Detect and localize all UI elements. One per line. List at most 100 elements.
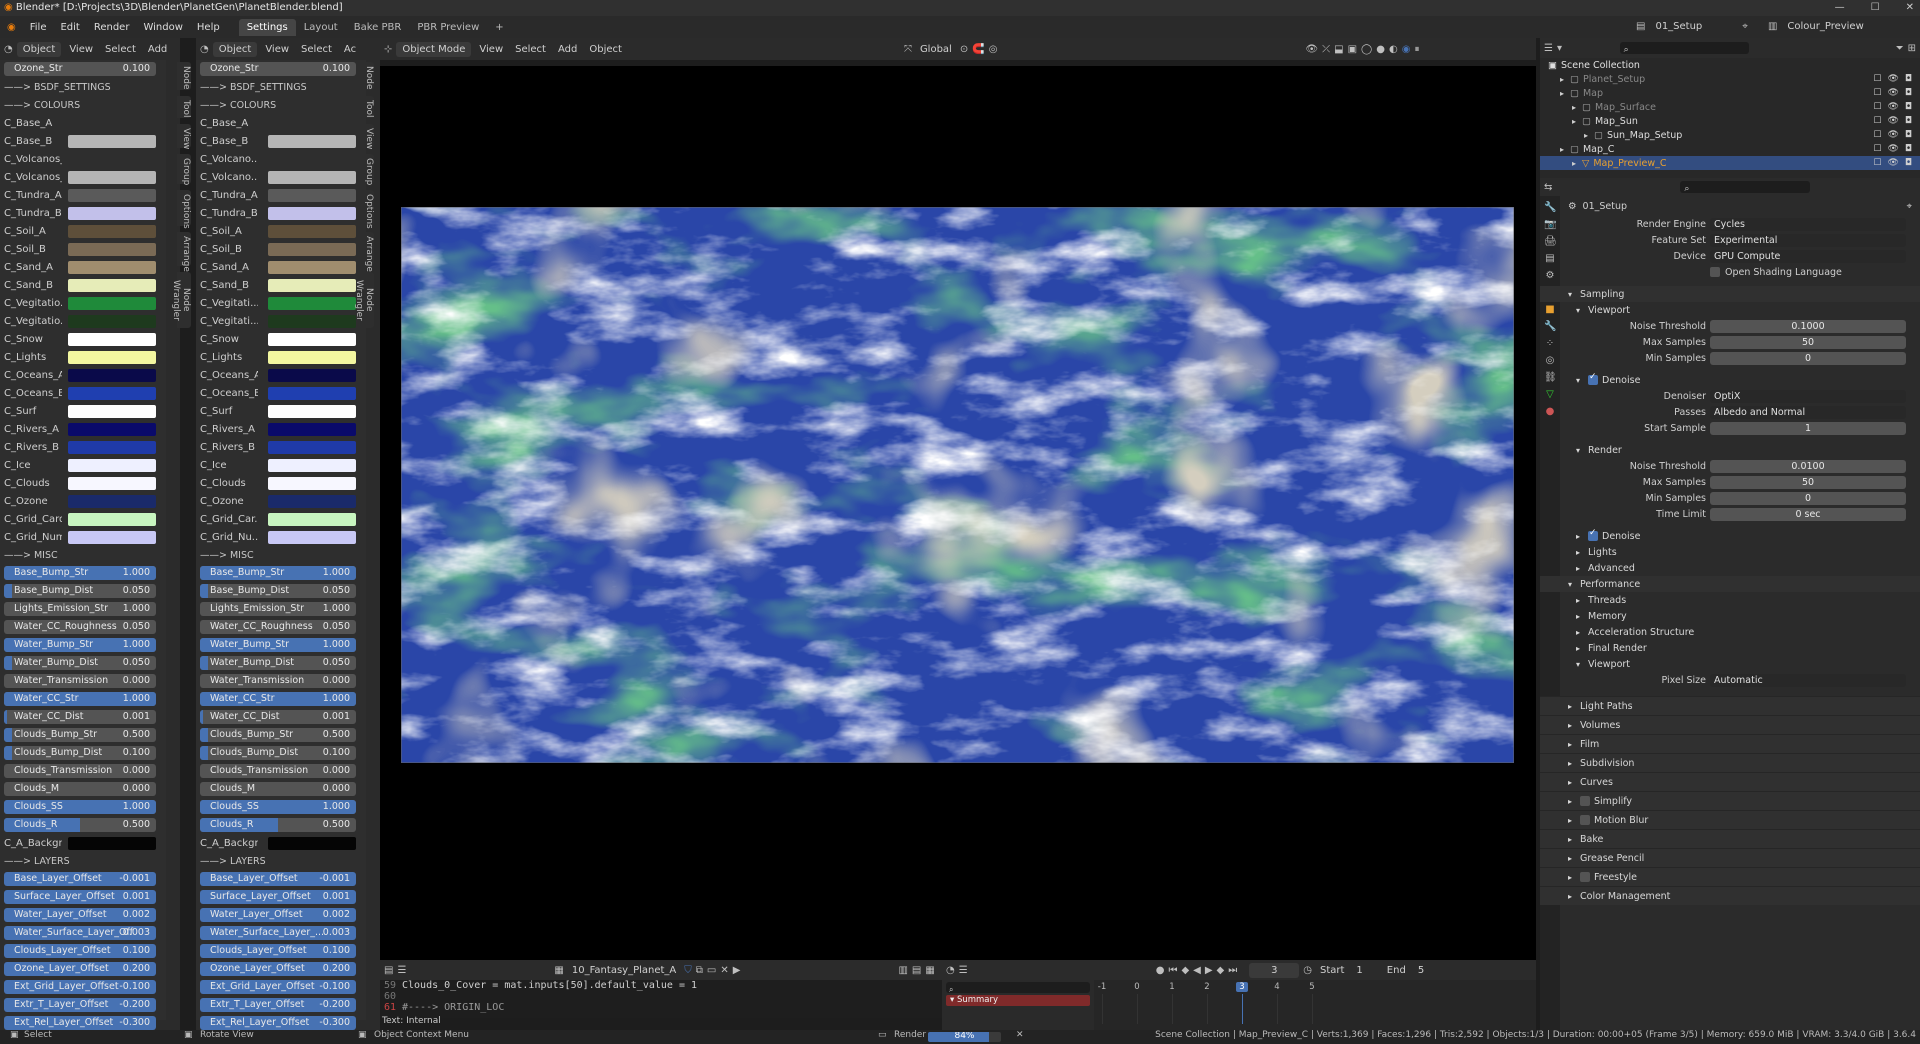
preview-range-icon[interactable]: ◷ — [1303, 965, 1312, 976]
misc-slider-row[interactable]: Water_CC_Roughness 0.050 — [196, 618, 366, 636]
misc-slider-row[interactable]: Clouds_SS 1.000 — [0, 798, 166, 816]
subpanel-lights[interactable]: ▸ Lights — [1540, 544, 1920, 560]
subpanel-memory[interactable]: ▸ Memory — [1540, 608, 1920, 624]
value-slider[interactable]: Clouds_Layer_Offset 0.100 — [4, 944, 156, 958]
misc-slider-row[interactable]: Clouds_R 0.500 — [0, 816, 166, 834]
transform-orientation-icon[interactable]: ⤧ — [904, 44, 912, 55]
jump-end-icon[interactable]: ⏭ — [1228, 965, 1237, 976]
next-key-icon[interactable]: ◆ — [1217, 965, 1225, 976]
duplicate-icon[interactable]: ⧉ — [696, 965, 703, 976]
syntax-highlight-icon[interactable]: ▦ — [925, 965, 934, 976]
colour-swatch[interactable] — [68, 314, 156, 328]
value-slider[interactable]: Clouds_M 0.000 — [4, 782, 156, 796]
misc-slider-row[interactable]: Clouds_M 0.000 — [0, 780, 166, 798]
shading-rendered-icon[interactable]: ◉ — [1402, 44, 1411, 55]
layer-slider-row[interactable]: Water_Surface_Layer_Off 0.003 — [0, 924, 166, 942]
pin-icon[interactable]: ⌖ — [1907, 201, 1912, 212]
misc-slider-row[interactable]: Water_Transmission 0.000 — [0, 672, 166, 690]
colour-swatch[interactable] — [68, 386, 156, 400]
colour-swatch[interactable] — [68, 512, 156, 526]
shading-options-icon[interactable]: ⏸ — [1414, 44, 1419, 55]
camera-icon[interactable]: ◘ — [1905, 144, 1912, 154]
word-wrap-icon[interactable]: ▤ — [912, 965, 921, 976]
value-slider[interactable]: Surface_Layer_Offset 0.001 — [4, 890, 156, 904]
subpanel-denoise[interactable]: ▾ Denoise — [1540, 372, 1920, 388]
value-slider[interactable]: Water_CC_Dist 0.001 — [4, 710, 156, 724]
value-slider[interactable]: Water_Surface_Layer_Off 0.003 — [4, 926, 156, 940]
misc-slider-row[interactable]: Clouds_Transmission 0.000 — [196, 762, 366, 780]
proportional-edit-icon[interactable]: ◎ — [989, 44, 998, 55]
value-slider[interactable]: Water_CC_Roughness 0.050 — [200, 620, 356, 634]
value-slider[interactable]: Surface_Layer_Offset 0.001 — [200, 890, 356, 904]
unlink-icon[interactable]: ✕ — [720, 965, 728, 976]
properties-search-field[interactable]: ⌕ — [1680, 181, 1811, 194]
panel-enable-checkbox[interactable] — [1580, 872, 1590, 882]
outliner-search-field[interactable]: ⌕ — [1619, 42, 1749, 55]
outliner-item[interactable]: ▸ ▢ Map ☐ 👁 ◘ — [1548, 86, 1920, 100]
value-slider[interactable]: Clouds_SS 1.000 — [4, 800, 156, 814]
layer-slider-row[interactable]: Ozone_Layer_Offset 0.200 — [196, 960, 366, 978]
menu-add[interactable]: Add — [144, 43, 171, 56]
value-slider[interactable]: Water_Layer_Offset 0.002 — [200, 908, 356, 922]
sidebar-tab-options[interactable]: Options — [177, 190, 191, 229]
misc-slider-row[interactable]: Lights_Emission_Str 1.000 — [196, 600, 366, 618]
properties-editor-icon[interactable]: ⇆ — [1544, 182, 1552, 193]
value-slider[interactable]: Ext_Rel_Layer_Offset -0.300 — [200, 1016, 356, 1030]
pin-icon[interactable]: ⌖ — [1742, 21, 1748, 32]
value-slider[interactable]: Water_Layer_Offset 0.002 — [4, 908, 156, 922]
r-max-samples-field[interactable]: 50 — [1710, 475, 1906, 489]
shading-material-icon[interactable]: ◐ — [1389, 44, 1398, 55]
misc-slider-row[interactable]: Clouds_Bump_Str 0.500 — [0, 726, 166, 744]
layer-slider-row[interactable]: Surface_Layer_Offset 0.001 — [0, 888, 166, 906]
layer-slider-row[interactable]: Water_Layer_Offset 0.002 — [196, 906, 366, 924]
misc-slider-row[interactable]: Clouds_M 0.000 — [196, 780, 366, 798]
denoiser-dropdown[interactable]: OptiX — [1710, 389, 1906, 403]
value-slider[interactable]: Base_Layer_Offset -0.001 — [200, 872, 356, 886]
run-script-icon[interactable]: ▶ — [733, 965, 741, 976]
value-slider[interactable]: Water_Bump_Dist 0.050 — [4, 656, 156, 670]
colour-swatch[interactable] — [68, 476, 156, 490]
layer-slider-row[interactable]: Ext_Rel_Layer_Offset -0.300 — [0, 1014, 166, 1030]
misc-slider-row[interactable]: Water_Bump_Dist 0.050 — [196, 654, 366, 672]
colour-swatch[interactable] — [68, 530, 156, 544]
sidebar-tab-tool[interactable]: Tool — [360, 96, 374, 118]
colour-swatch[interactable] — [68, 224, 156, 238]
value-slider[interactable]: Clouds_M 0.000 — [200, 782, 356, 796]
menu-view-2[interactable]: View — [261, 43, 293, 56]
outliner-item[interactable]: ▸ ▢ Planet_Setup ☐ 👁 ◘ — [1548, 72, 1920, 86]
colour-swatch[interactable] — [268, 530, 356, 544]
shading-wireframe-icon[interactable]: ◯ — [1361, 44, 1372, 55]
misc-slider-row[interactable]: Clouds_Bump_Dist 0.100 — [0, 744, 166, 762]
outliner-scene-collection[interactable]: ▣ Scene Collection — [1548, 58, 1920, 72]
expand-arrow-icon[interactable]: ▸ — [1560, 89, 1570, 98]
menu-file[interactable]: File — [23, 22, 54, 33]
start-sample-field[interactable]: 1 — [1710, 421, 1906, 435]
colour-swatch[interactable] — [68, 296, 156, 310]
menu-select-2[interactable]: Select — [297, 43, 336, 56]
workspace-tab-bake-pbr[interactable]: Bake PBR — [346, 19, 410, 36]
subpanel-final-render[interactable]: ▸ Final Render — [1540, 640, 1920, 656]
jump-start-icon[interactable]: ⏮ — [1168, 965, 1177, 976]
value-slider[interactable]: Clouds_Bump_Str 0.500 — [200, 728, 356, 742]
misc-slider-row[interactable]: Base_Bump_Dist 0.050 — [0, 582, 166, 600]
colour-swatch[interactable] — [68, 422, 156, 436]
panel-freestyle[interactable]: ▸ Freestyle — [1540, 867, 1920, 886]
menu-render[interactable]: Render — [87, 22, 137, 33]
expand-arrow-icon[interactable]: ▸ — [1560, 75, 1570, 84]
value-slider[interactable]: Water_CC_Dist 0.001 — [200, 710, 356, 724]
pivot-icon[interactable]: ⊙ — [960, 44, 968, 55]
render-engine-dropdown[interactable]: Cycles — [1710, 217, 1906, 231]
misc-slider-row[interactable]: Water_Bump_Str 1.000 — [196, 636, 366, 654]
viewport-menu-view[interactable]: View — [475, 43, 507, 56]
panel-enable-checkbox[interactable] — [1580, 796, 1590, 806]
value-slider[interactable]: Ozone_Layer_Offset 0.200 — [4, 962, 156, 976]
panel-sampling[interactable]: ▾ Sampling — [1540, 286, 1920, 302]
object-mode-dropdown[interactable]: Object Mode — [396, 41, 472, 57]
line-numbers-icon[interactable]: ▥ — [898, 965, 907, 976]
subpanel-threads[interactable]: ▸ Threads — [1540, 592, 1920, 608]
colour-swatch[interactable] — [68, 170, 156, 184]
panel-curves[interactable]: ▸ Curves — [1540, 772, 1920, 791]
sidebar-tab-node[interactable]: Node — [360, 62, 374, 90]
vp-max-samples-field[interactable]: 50 — [1710, 335, 1906, 349]
colour-swatch[interactable] — [268, 404, 356, 418]
